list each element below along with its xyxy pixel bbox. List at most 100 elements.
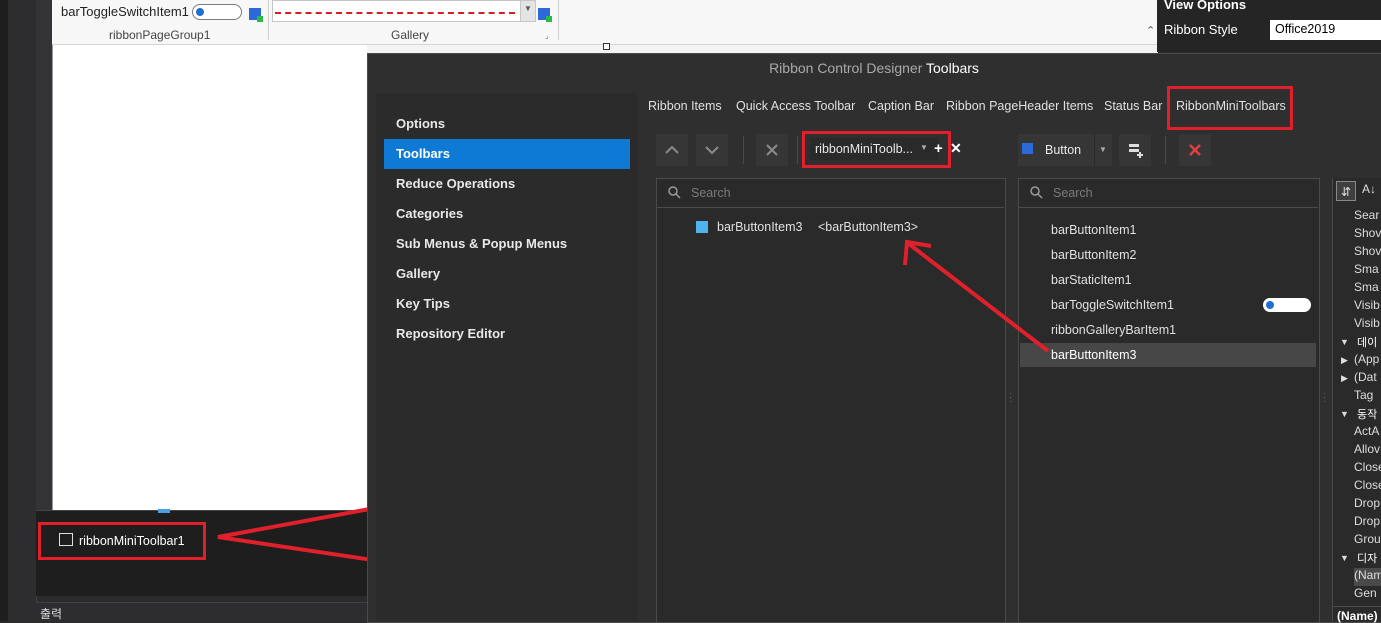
ribbon-style-field[interactable]: Office2019 (1270, 20, 1381, 40)
toolbar-link-name[interactable]: barButtonItem3 (717, 220, 802, 234)
output-label: 출력 (40, 607, 63, 621)
property-row[interactable]: (App (1354, 352, 1381, 370)
tab-quick-access-toolbar[interactable]: Quick Access Toolbar (736, 93, 855, 119)
property-category-behavior: 동작 (1357, 409, 1378, 421)
group-divider (268, 0, 269, 40)
property-row[interactable]: ActA (1354, 424, 1381, 442)
expand-triangle-icon[interactable]: ▶ (1341, 373, 1348, 384)
ribbon-page-group-label: ribbonPageGroup1 (109, 28, 211, 42)
property-row[interactable]: (Nam (1354, 568, 1381, 586)
annotation-arrow-diagonal (903, 239, 1050, 353)
items-search[interactable]: Search (1053, 186, 1093, 200)
property-row[interactable]: Close (1354, 478, 1381, 496)
tray-marker (158, 509, 170, 513)
expand-triangle-icon[interactable]: ▶ (1341, 355, 1348, 366)
property-row[interactable]: Allov (1354, 442, 1381, 460)
mini-toolbar-component[interactable]: ribbonMiniToolbar1 (38, 522, 206, 560)
property-row[interactable]: Grou (1354, 532, 1381, 550)
collapse-triangle-icon[interactable]: ▼ (1340, 409, 1349, 419)
tab-ribbon-pageheader-items[interactable]: Ribbon PageHeader Items (946, 93, 1093, 119)
collapse-ribbon-icon[interactable]: ⌃ (1146, 24, 1155, 37)
list-item[interactable]: barStaticItem1 (1051, 273, 1132, 287)
nav-item-categories[interactable]: Categories (384, 199, 630, 229)
property-row[interactable]: Shov (1354, 244, 1381, 262)
remove-link-button[interactable] (756, 134, 788, 166)
property-row[interactable]: Drop (1354, 514, 1381, 532)
output-panel-header[interactable]: 출력 (36, 602, 368, 622)
property-row[interactable]: Sma (1354, 262, 1381, 280)
close-icon (1189, 144, 1201, 156)
search-icon (1030, 186, 1043, 199)
tab-ribbon-items[interactable]: Ribbon Items (648, 93, 722, 119)
move-down-button[interactable] (696, 134, 728, 166)
form-client-area (53, 45, 367, 510)
collapse-triangle-icon[interactable]: ▼ (1340, 337, 1349, 347)
toolbar-links-search[interactable]: Search (691, 186, 731, 200)
chevron-up-icon (665, 145, 679, 154)
nav-item-reduce-operations[interactable]: Reduce Operations (384, 169, 630, 199)
nav-item-repository-editor[interactable]: Repository Editor (384, 319, 630, 349)
gallery-group-label: Gallery (391, 28, 430, 42)
list-item[interactable]: barToggleSwitchItem1 (1051, 298, 1174, 312)
chevron-down-icon: ▼ (524, 4, 532, 13)
toolbar-separator-3 (1165, 136, 1166, 164)
property-row[interactable]: Gen (1354, 586, 1381, 604)
gallery-placeholder-line (275, 12, 515, 14)
gallery-dropdown-button[interactable]: ▼ (520, 0, 536, 22)
property-row[interactable]: Visib (1354, 298, 1381, 316)
gallery-preview[interactable] (272, 0, 522, 22)
ribbon-toggle-item-label[interactable]: barToggleSwitchItem1 (61, 4, 189, 19)
list-item[interactable]: ribbonGalleryBarItem1 (1051, 323, 1176, 337)
add-item-button[interactable] (1119, 134, 1151, 166)
property-row[interactable]: Sear (1354, 208, 1381, 226)
nav-item-toolbars[interactable]: Toolbars (384, 139, 630, 169)
toggle-switch-preview (1263, 298, 1311, 312)
property-row[interactable]: Drop (1354, 496, 1381, 514)
dialog-title-prefix: Ribbon Control Designer (769, 60, 923, 76)
item-type-selector[interactable]: Button ▼ (1018, 134, 1112, 166)
split-divider (1094, 134, 1095, 166)
mini-toolbar-label: ribbonMiniToolbar1 (79, 534, 185, 548)
add-gallery-item-icon[interactable] (538, 8, 552, 22)
alphabetical-view-icon[interactable]: A↓ (1362, 182, 1376, 196)
dialog-launcher-icon[interactable]: ⌟ (545, 31, 549, 40)
resize-handle[interactable] (603, 43, 610, 50)
delete-toolbar-icon[interactable]: ✕ (950, 140, 962, 157)
search-divider (657, 207, 1004, 208)
splitter-grip-icon[interactable]: · · · (1009, 389, 1012, 407)
property-row[interactable]: Shov (1354, 226, 1381, 244)
add-item-icon[interactable] (249, 8, 263, 22)
nav-item-options[interactable]: Options (384, 109, 630, 139)
delete-item-button[interactable] (1179, 134, 1211, 166)
nav-item-gallery[interactable]: Gallery (384, 259, 630, 289)
property-row[interactable]: (Dat (1354, 370, 1381, 388)
dialog-title: Ribbon Control Designer Toolbars (367, 60, 1381, 86)
toolbar-icon (59, 533, 73, 546)
list-item[interactable]: barButtonItem1 (1051, 223, 1136, 237)
left-edge-bar (0, 0, 8, 621)
items-panel (1018, 178, 1320, 623)
list-item[interactable]: barButtonItem2 (1051, 248, 1136, 262)
splitter-grip-icon[interactable]: · · · (1323, 389, 1326, 407)
property-row[interactable]: Sma (1354, 280, 1381, 298)
combo-highlight-box (802, 131, 951, 168)
chevron-down-icon (705, 146, 719, 155)
button-link-icon (696, 221, 708, 233)
tab-status-bar[interactable]: Status Bar (1104, 93, 1162, 119)
list-item-selected[interactable]: barButtonItem3 (1051, 348, 1136, 362)
tab-caption-bar[interactable]: Caption Bar (868, 93, 934, 119)
toolbox-strip (8, 0, 37, 621)
move-up-button[interactable] (656, 134, 688, 166)
ribbon-toggle-switch[interactable] (192, 4, 242, 20)
item-type-value: Button (1045, 143, 1082, 157)
property-row[interactable]: Close (1354, 460, 1381, 478)
collapse-triangle-icon[interactable]: ▼ (1340, 553, 1349, 563)
add-row-icon (1129, 144, 1143, 158)
property-row[interactable]: Tag (1354, 388, 1381, 406)
property-row[interactable]: Visib (1354, 316, 1381, 334)
nav-item-key-tips[interactable]: Key Tips (384, 289, 630, 319)
nav-item-sub-menus[interactable]: Sub Menus & Popup Menus (384, 229, 630, 259)
property-category-data: 데이 (1357, 337, 1378, 349)
property-category-design: 디자 (1357, 553, 1378, 565)
categorized-view-icon[interactable]: ⇵ (1336, 181, 1356, 201)
